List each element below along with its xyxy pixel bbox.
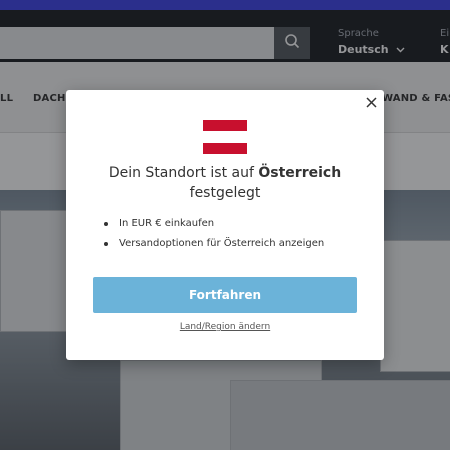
close-icon: [365, 94, 377, 112]
continue-button[interactable]: Fortfahren: [93, 277, 357, 313]
title-country: Österreich: [258, 165, 342, 181]
close-button[interactable]: [362, 94, 380, 112]
flag-stripe: [203, 131, 247, 143]
title-suffix: festgelegt: [189, 185, 261, 201]
flag-stripe: [203, 142, 247, 154]
location-modal: Dein Standort ist auf Österreich festgel…: [66, 90, 384, 360]
list-item: Versandoptionen für Österreich anzeigen: [104, 238, 364, 249]
change-region-link[interactable]: Land/Region ändern: [66, 322, 384, 332]
benefit-list: In EUR € einkaufen Versandoptionen für Ö…: [104, 218, 364, 258]
modal-title: Dein Standort ist auf Österreich festgel…: [66, 163, 384, 203]
flag-stripe: [203, 120, 247, 132]
page: Sprache Deutsch Ei K LL DACH WAND & FASS…: [0, 0, 450, 450]
title-prefix: Dein Standort ist auf: [108, 165, 259, 181]
austria-flag-icon: [203, 120, 247, 154]
top-strip: [0, 0, 450, 10]
list-item: In EUR € einkaufen: [104, 218, 364, 229]
